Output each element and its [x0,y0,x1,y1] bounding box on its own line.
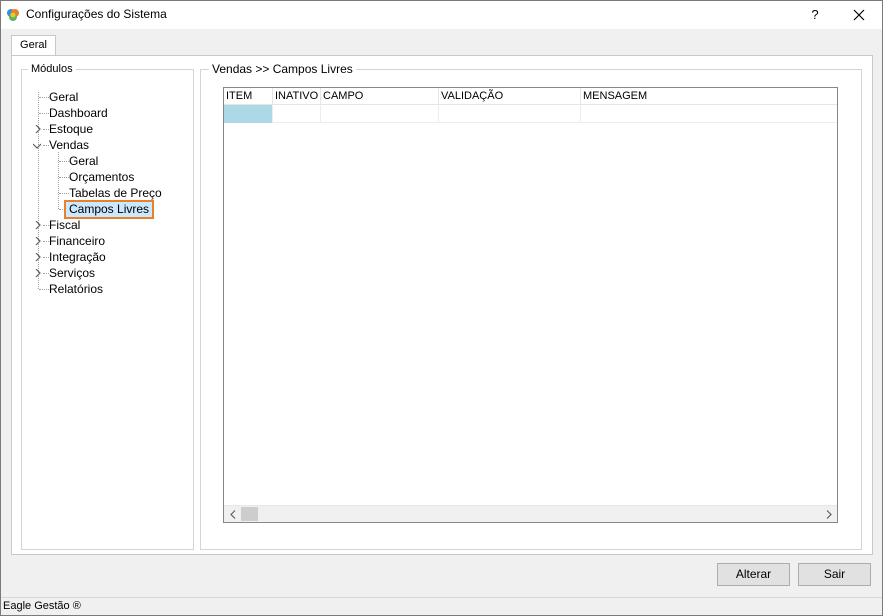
status-text: Eagle Gestão ® [3,600,81,612]
tree-item-geral[interactable]: Geral [49,89,78,105]
scroll-thumb[interactable] [241,507,258,521]
window-title: Configurações do Sistema [26,7,167,21]
close-icon [853,9,865,21]
tree-item-orcamentos[interactable]: Orçamentos [69,169,134,185]
tree-item-vendas[interactable]: Vendas [49,137,89,153]
horizontal-scrollbar[interactable] [224,505,837,522]
tab-geral[interactable]: Geral [11,35,56,56]
tab-panel-geral: Módulos Geral Dashboard Estoque Vendas G… [11,55,873,555]
chevron-right-icon[interactable] [34,237,42,245]
column-header-mensagem[interactable]: MENSAGEM [581,88,837,105]
settings-window: Configurações do Sistema ? Geral Módulos… [0,0,883,616]
campos-livres-grid[interactable]: ITEM INATIVO CAMPO VALIDAÇÃO MENSAGEM [223,87,838,523]
campos-livres-group: Vendas >> Campos Livres ITEM INATIVO CAM… [200,62,862,550]
tree-item-servicos[interactable]: Serviços [49,265,95,281]
column-header-validacao[interactable]: VALIDAÇÃO [439,88,581,105]
tree-connector [39,97,49,98]
scroll-left-icon[interactable] [224,506,241,522]
tree-connector [59,161,69,162]
tree-item-estoque[interactable]: Estoque [49,121,93,137]
chevron-down-icon[interactable] [33,142,41,150]
tree-item-financeiro[interactable]: Financeiro [49,233,105,249]
help-button[interactable]: ? [801,3,829,27]
chevron-right-icon[interactable] [34,269,42,277]
grid-cell-item[interactable] [224,105,273,123]
alterar-button[interactable]: Alterar [717,563,790,586]
tree-connector [39,289,49,290]
column-header-item[interactable]: ITEM [224,88,273,105]
panel-breadcrumb: Vendas >> Campos Livres [209,62,356,76]
table-row[interactable] [224,105,837,123]
tree-item-fiscal[interactable]: Fiscal [49,217,80,233]
chevron-right-icon[interactable] [34,125,42,133]
column-header-campo[interactable]: CAMPO [321,88,439,105]
tree-connector [59,177,69,178]
tree-item-tabelas-de-preco[interactable]: Tabelas de Preço [69,185,162,201]
modules-tree: Geral Dashboard Estoque Vendas Geral Orç… [22,70,193,549]
modules-group: Módulos Geral Dashboard Estoque Vendas G… [21,62,194,550]
chevron-right-icon[interactable] [34,253,42,261]
status-bar: Eagle Gestão ® [1,597,882,615]
tree-item-vendas-geral[interactable]: Geral [69,153,98,169]
app-logo-icon [7,9,19,21]
grid-cell-campo[interactable] [321,105,439,123]
sair-button[interactable]: Sair [798,563,871,586]
tree-item-relatorios[interactable]: Relatórios [49,281,103,297]
tree-connector [59,193,69,194]
grid-cell-inativo[interactable] [273,105,321,123]
chevron-right-icon[interactable] [34,221,42,229]
tree-connector [39,113,49,114]
column-header-inativo[interactable]: INATIVO [273,88,321,105]
grid-cell-mensagem[interactable] [581,105,837,123]
grid-cell-validacao[interactable] [439,105,581,123]
grid-header: ITEM INATIVO CAMPO VALIDAÇÃO MENSAGEM [224,88,837,105]
tree-item-integracao[interactable]: Integração [49,249,106,265]
scroll-right-icon[interactable] [820,506,837,522]
title-bar[interactable]: Configurações do Sistema ? [1,1,882,29]
close-button[interactable] [842,3,876,27]
tree-item-dashboard[interactable]: Dashboard [49,105,108,121]
